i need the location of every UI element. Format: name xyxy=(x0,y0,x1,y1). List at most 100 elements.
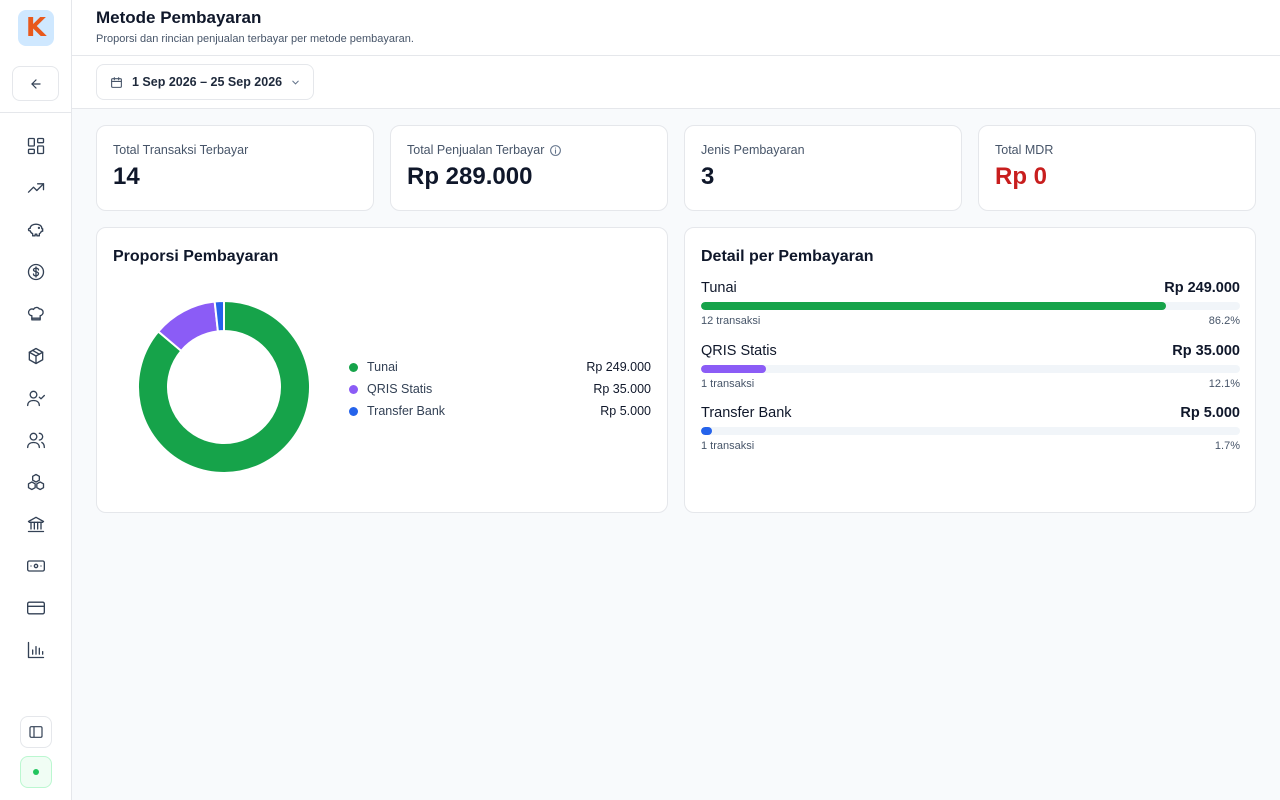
legend-item: Tunai Rp 249.000 xyxy=(349,356,651,378)
sidebar-item-reports[interactable] xyxy=(22,636,50,664)
sidebar-item-customers[interactable] xyxy=(22,426,50,454)
detail-name: QRIS Statis xyxy=(701,342,777,359)
logo-letter: K xyxy=(25,13,47,43)
status-dot xyxy=(33,769,39,775)
sidebar-item-dashboard[interactable] xyxy=(22,132,50,160)
detail-head: Transfer Bank Rp 5.000 xyxy=(701,405,1240,425)
progress-track xyxy=(701,364,1240,373)
nav-divider xyxy=(0,112,71,113)
detail-amount: Rp 5.000 xyxy=(1180,405,1240,421)
legend-label: QRIS Statis xyxy=(367,382,433,396)
stat-label: Total MDR xyxy=(995,143,1054,157)
stat-label: Total Transaksi Terbayar xyxy=(113,143,249,157)
sidebar-item-products[interactable] xyxy=(22,342,50,370)
piggy-bank-icon xyxy=(27,223,44,237)
app-logo[interactable]: K xyxy=(18,10,54,46)
legend-dot xyxy=(349,406,358,416)
legend-value: Rp 35.000 xyxy=(593,382,651,396)
sidebar: K xyxy=(0,0,72,800)
status-button[interactable] xyxy=(20,756,52,788)
sidebar-item-cash[interactable] xyxy=(22,552,50,580)
progress-fill xyxy=(701,302,1166,310)
detail-head: Tunai Rp 249.000 xyxy=(701,280,1240,300)
page-subtitle: Proporsi dan rincian penjualan terbayar … xyxy=(96,33,414,45)
chef-hat-icon xyxy=(27,306,44,321)
legend-value: Rp 5.000 xyxy=(600,404,651,418)
progress-track xyxy=(701,302,1240,310)
credit-card-icon xyxy=(27,601,45,615)
detail-item: Tunai Rp 249.000 12 transaksi 86.2% xyxy=(701,280,1240,327)
sidebar-item-staff[interactable] xyxy=(22,384,50,412)
detail-percent: 1.7% xyxy=(1214,440,1240,452)
chart-legend: Tunai Rp 249.000 QRIS Statis Rp 35.000 Trans… xyxy=(349,356,651,422)
stat-label-row: Total Penjualan Terbayar xyxy=(407,143,562,157)
stat-card-mdr: Total MDR Rp 0 xyxy=(978,125,1256,211)
chevron-down-icon xyxy=(292,80,299,85)
stat-value: 3 xyxy=(701,163,715,190)
detail-name: Tunai xyxy=(701,280,737,296)
stat-label: Total Penjualan Terbayar xyxy=(407,143,545,157)
sidebar-item-inventory[interactable] xyxy=(22,468,50,496)
sidebar-item-bank[interactable] xyxy=(22,510,50,538)
dashboard-icon xyxy=(27,137,45,155)
users-icon xyxy=(27,432,45,449)
calendar-icon xyxy=(111,76,122,88)
detail-item: QRIS Statis Rp 35.000 1 transaksi 12.1% xyxy=(701,343,1240,390)
detail-panel: Detail per Pembayaran Tunai Rp 249.000 12 … xyxy=(684,227,1256,513)
detail-transactions: 1 transaksi xyxy=(701,440,755,452)
page-header: Metode Pembayaran Proporsi dan rincian p… xyxy=(72,0,1280,56)
collapse-sidebar-button[interactable] xyxy=(20,716,52,748)
stat-value: Rp 0 xyxy=(995,163,1048,190)
detail-amount: Rp 35.000 xyxy=(1172,342,1240,359)
donut-chart xyxy=(137,300,311,474)
legend-value: Rp 249.000 xyxy=(586,360,651,374)
panel-title: Detail per Pembayaran xyxy=(701,248,874,265)
panel-title: Proporsi Pembayaran xyxy=(113,248,279,265)
stat-card-sales: Total Penjualan Terbayar Rp 289.000 xyxy=(390,125,668,211)
dollar-circle-icon xyxy=(27,263,45,281)
user-check-icon xyxy=(27,390,45,407)
arrow-left-icon xyxy=(30,78,41,89)
panel-left-icon xyxy=(29,726,43,738)
bank-icon xyxy=(27,516,45,533)
stat-card-transactions: Total Transaksi Terbayar 14 xyxy=(96,125,374,211)
sidebar-item-savings[interactable] xyxy=(22,216,50,244)
sidebar-item-payments[interactable] xyxy=(22,594,50,622)
stat-value: Rp 289.000 xyxy=(407,163,533,190)
progress-fill xyxy=(701,427,712,435)
date-range-picker[interactable]: 1 Sep 2026 – 25 Sep 2026 xyxy=(96,64,314,100)
detail-percent: 12.1% xyxy=(1208,377,1240,390)
detail-percent: 86.2% xyxy=(1208,315,1240,327)
legend-dot xyxy=(349,384,358,394)
detail-amount: Rp 249.000 xyxy=(1164,280,1240,296)
detail-item: Transfer Bank Rp 5.000 1 transaksi 1.7% xyxy=(701,405,1240,452)
sidebar-item-kitchen[interactable] xyxy=(22,300,50,328)
sidebar-item-trends[interactable] xyxy=(22,174,50,202)
progress-fill xyxy=(701,364,767,373)
stat-label: Jenis Pembayaran xyxy=(701,143,805,157)
boxes-icon xyxy=(27,473,45,491)
detail-head: QRIS Statis Rp 35.000 xyxy=(701,343,1240,363)
progress-track xyxy=(701,427,1240,435)
stat-value: 14 xyxy=(113,163,140,190)
detail-transactions: 1 transaksi xyxy=(701,377,755,390)
detail-transactions: 12 transaksi xyxy=(701,315,761,327)
back-button[interactable] xyxy=(12,66,59,101)
proportion-panel: Proporsi Pembayaran Tunai Rp 249.000 QRIS … xyxy=(96,227,668,513)
date-range-text: 1 Sep 2026 – 25 Sep 2026 xyxy=(132,75,283,89)
banknote-icon xyxy=(27,560,45,572)
legend-item: Transfer Bank Rp 5.000 xyxy=(349,400,651,422)
page-title: Metode Pembayaran xyxy=(96,8,262,27)
legend-item: QRIS Statis Rp 35.000 xyxy=(349,378,651,400)
legend-label: Tunai xyxy=(367,360,398,374)
trending-up-icon xyxy=(27,183,45,193)
filter-toolbar: 1 Sep 2026 – 25 Sep 2026 xyxy=(72,56,1280,109)
legend-label: Transfer Bank xyxy=(367,404,446,418)
info-icon[interactable] xyxy=(549,144,562,157)
package-icon xyxy=(28,347,44,365)
stat-card-payment-types: Jenis Pembayaran 3 xyxy=(684,125,962,211)
bar-chart-icon xyxy=(27,641,45,659)
sidebar-item-finance[interactable] xyxy=(22,258,50,286)
legend-dot xyxy=(349,362,358,372)
detail-name: Transfer Bank xyxy=(701,405,792,421)
